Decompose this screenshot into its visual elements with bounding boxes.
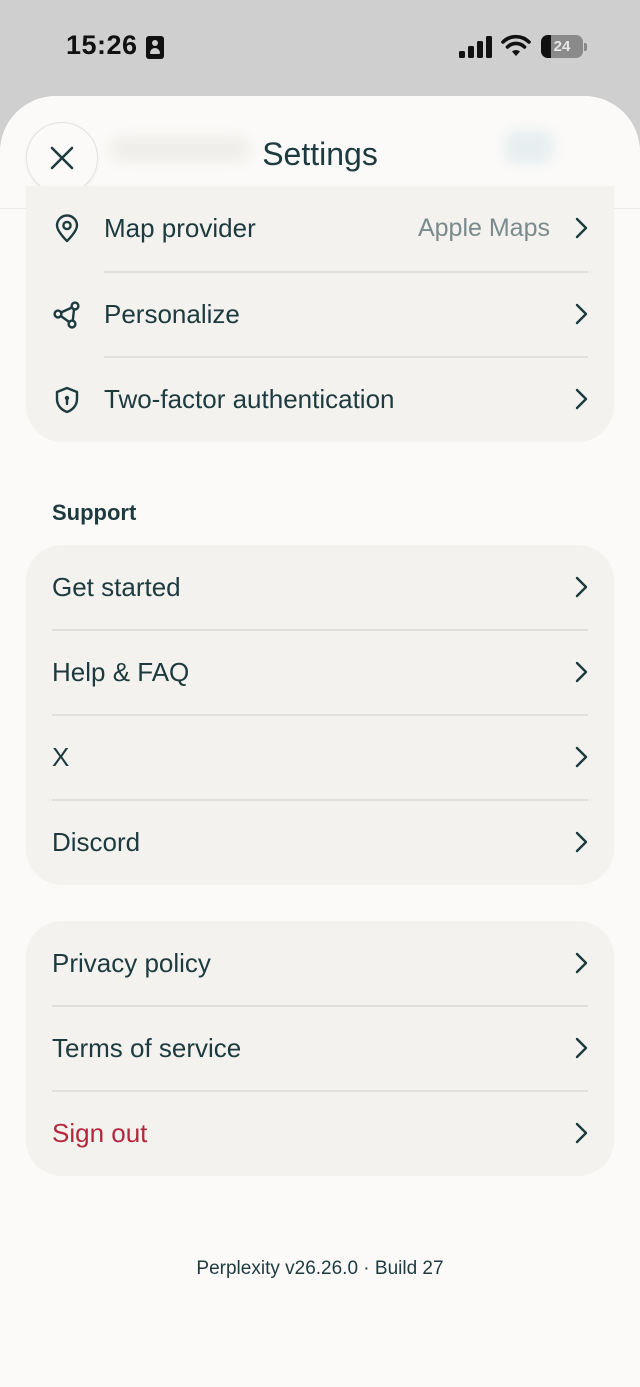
personalize-row[interactable]: Personalize xyxy=(26,272,614,357)
help-faq-label: Help & FAQ xyxy=(52,657,190,687)
discord-row[interactable]: Discord xyxy=(26,800,614,885)
chevron-right-icon xyxy=(575,217,588,239)
status-bar: 15:26 24 xyxy=(0,0,640,96)
map-provider-value: Apple Maps xyxy=(417,214,550,242)
x-row[interactable]: X xyxy=(26,715,614,800)
chevron-right-icon xyxy=(575,746,588,768)
chevron-right-icon xyxy=(575,831,588,853)
chevron-right-icon xyxy=(575,303,588,325)
chevron-right-icon xyxy=(575,952,588,974)
chevron-right-icon xyxy=(575,576,588,598)
sign-out-row[interactable]: Sign out xyxy=(26,1091,614,1176)
x-label: X xyxy=(52,742,70,772)
two-factor-authentication-label: Two-factor authentication xyxy=(104,384,395,414)
chevron-right-icon xyxy=(575,388,588,410)
contact-badge-icon xyxy=(146,36,164,59)
discord-label: Discord xyxy=(52,827,141,857)
personalize-label: Personalize xyxy=(104,299,240,329)
chevron-right-icon xyxy=(575,1037,588,1059)
personalize-nodes-icon xyxy=(53,300,80,329)
battery-level: 24 xyxy=(553,38,571,55)
privacy-policy-row[interactable]: Privacy policy xyxy=(26,921,614,1006)
location-pin-icon xyxy=(55,213,79,242)
account-settings-card: Map provider Apple Maps Personalize Two-… xyxy=(26,186,614,442)
terms-of-service-row[interactable]: Terms of service xyxy=(26,1006,614,1091)
settings-sheet: Settings Map provider Apple Maps Persona… xyxy=(0,96,640,1387)
map-provider-label: Map provider xyxy=(104,213,256,243)
sign-out-label: Sign out xyxy=(52,1118,148,1148)
page-title: Settings xyxy=(262,136,378,172)
cellular-signal-icon xyxy=(459,36,492,58)
version-info: Perplexity v26.26.0 · Build 27 xyxy=(196,1258,444,1279)
shield-icon xyxy=(55,386,79,413)
status-time: 15:26 xyxy=(66,30,138,60)
get-started-label: Get started xyxy=(52,572,181,602)
support-card: Get started Help & FAQ X Discord xyxy=(26,545,614,885)
two-factor-authentication-row[interactable]: Two-factor authentication xyxy=(26,357,614,442)
legal-card: Privacy policy Terms of service Sign out xyxy=(26,921,614,1176)
battery-icon: 24 xyxy=(541,35,587,58)
help-faq-row[interactable]: Help & FAQ xyxy=(26,630,614,715)
get-started-row[interactable]: Get started xyxy=(26,545,614,630)
privacy-policy-label: Privacy policy xyxy=(52,948,211,978)
wifi-icon xyxy=(501,34,531,56)
chevron-right-icon xyxy=(575,661,588,683)
support-section-title: Support xyxy=(52,500,137,525)
chevron-right-icon xyxy=(575,1122,588,1144)
map-provider-row[interactable]: Map provider Apple Maps xyxy=(26,186,614,271)
terms-of-service-label: Terms of service xyxy=(52,1033,242,1063)
